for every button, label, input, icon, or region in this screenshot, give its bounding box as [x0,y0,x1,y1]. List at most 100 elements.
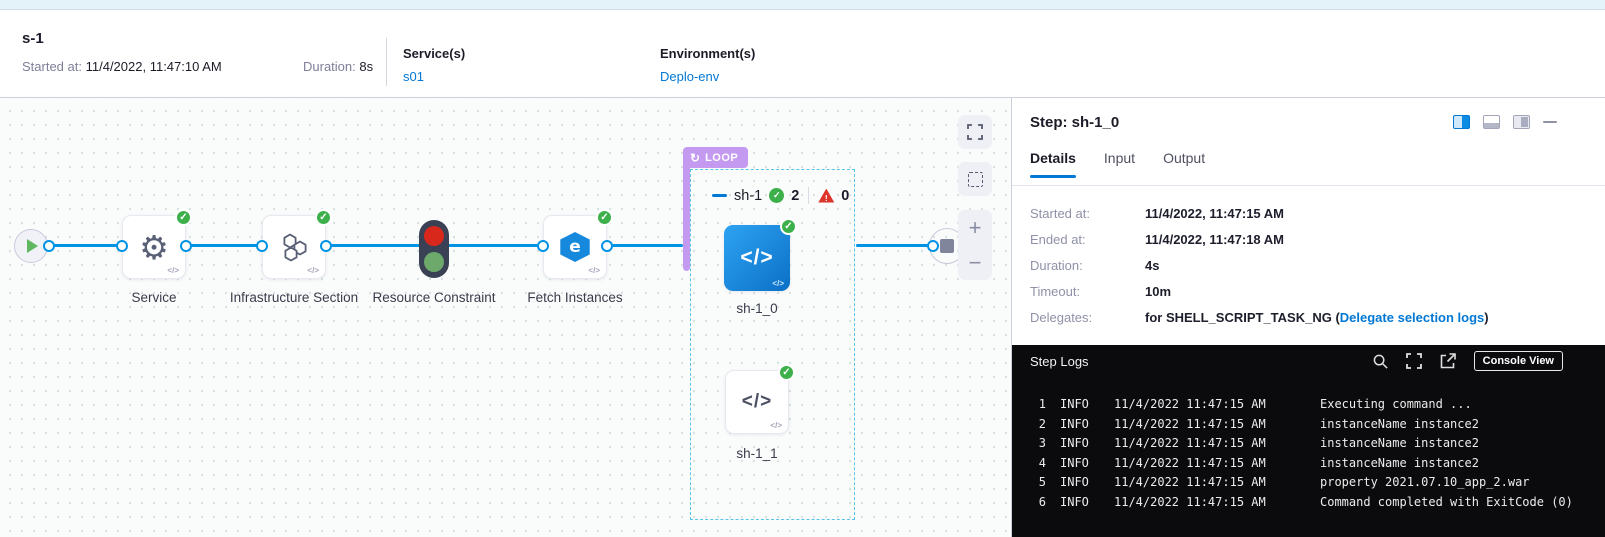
environment-link[interactable]: Deplo-env [660,69,755,84]
node-label-infrastructure: Infrastructure Section [219,288,369,307]
zoom-in-button[interactable]: + [969,217,982,239]
node-fetch-instances[interactable]: e </> ✓ [543,215,607,279]
detail-row-ended-at: Ended at: 11/4/2022, 11:47:18 AM [1030,232,1587,247]
log-message: Command completed with ExitCode (0) [1320,493,1573,513]
play-icon [27,239,38,253]
code-mini-icon: </> [770,421,782,430]
tab-input[interactable]: Input [1104,150,1135,178]
connector-dot [180,240,192,252]
log-level: INFO [1060,415,1106,435]
node-sh-1-1[interactable]: </> </> ✓ [725,370,789,434]
loop-group-bar [683,167,690,271]
gear-icon: ⚙ [139,231,169,264]
canvas-fullscreen-button[interactable] [958,115,992,149]
step-logs-title: Step Logs [1030,354,1089,369]
code-icon: </> [742,391,772,413]
started-at-label: Started at: [22,59,82,74]
log-timestamp: 11/4/2022 11:47:15 AM [1114,454,1292,474]
zoom-out-button[interactable]: − [969,252,982,274]
step-logs-body[interactable]: 1 INFO 11/4/2022 11:47:15 AM Executing c… [1012,377,1605,537]
canvas-select-button[interactable] [958,162,992,196]
service-link[interactable]: s01 [403,69,465,84]
log-line-number: 1 [1012,395,1046,415]
loop-group-header: sh-1 ✓ 2 ! 0 [712,187,849,204]
console-view-button[interactable]: Console View [1474,351,1563,371]
delegates-value: for SHELL_SCRIPT_TASK_NG (Delegate selec… [1145,310,1489,325]
duration-label: Duration: [303,59,356,74]
layout-bottom-view-icon[interactable] [1483,115,1500,129]
connector-dot [927,240,939,252]
layout-right-view-icon[interactable] [1513,115,1530,129]
hexagon-cluster-icon [277,231,311,263]
loop-badge[interactable]: ↻ LOOP [683,147,748,168]
connector-dot [601,240,613,252]
code-mini-icon: </> [167,266,179,275]
success-check-icon: ✓ [780,218,797,235]
minimize-icon[interactable] [1543,121,1557,124]
detail-value: 10m [1145,284,1171,299]
detail-row-duration: Duration: 4s [1030,258,1587,273]
traffic-light-green-icon [424,252,444,272]
node-label-service: Service [79,288,229,307]
success-count-icon: ✓ [769,188,784,203]
log-level: INFO [1060,434,1106,454]
node-service[interactable]: ⚙ </> ✓ [122,215,186,279]
loop-icon: ↻ [690,151,700,165]
log-timestamp: 11/4/2022 11:47:15 AM [1114,493,1292,513]
step-title: Step: sh-1_0 [1030,114,1119,131]
log-message: instanceName instance2 [1320,434,1479,454]
node-infrastructure[interactable]: </> ✓ [262,215,326,279]
success-check-icon: ✓ [315,209,332,226]
detail-label: Ended at: [1030,232,1145,247]
count-divider [808,187,809,204]
loop-group-name[interactable]: sh-1 [734,188,762,204]
log-line: 6 INFO 11/4/2022 11:47:15 AM Command com… [1012,493,1605,513]
step-details-panel: Step: sh-1_0 Details Input Output Starte… [1012,98,1605,537]
node-resource-constraint[interactable] [419,220,449,278]
log-level: INFO [1060,395,1106,415]
started-at-value: 11/4/2022, 11:47:10 AM [86,59,222,74]
expand-logs-icon[interactable] [1406,353,1422,369]
log-line-number: 2 [1012,415,1046,435]
detail-label: Delegates: [1030,310,1145,325]
log-level: INFO [1060,493,1106,513]
pipeline-canvas[interactable]: ⚙ </> ✓ Service </> ✓ Infrastructure Sec… [0,98,1012,537]
step-logs-header: Step Logs Console View [1012,345,1605,377]
log-line: 2 INFO 11/4/2022 11:47:15 AM instanceNam… [1012,415,1605,435]
delegate-selection-logs-link[interactable]: Delegate selection logs [1340,310,1485,325]
log-line-number: 6 [1012,493,1046,513]
detail-row-delegates: Delegates: for SHELL_SCRIPT_TASK_NG (Del… [1030,310,1587,325]
log-message: instanceName instance2 [1320,415,1479,435]
search-icon[interactable] [1373,354,1388,369]
log-line-number: 3 [1012,434,1046,454]
log-timestamp: 11/4/2022 11:47:15 AM [1114,395,1292,415]
log-line: 4 INFO 11/4/2022 11:47:15 AM instanceNam… [1012,454,1605,474]
log-message: property 2021.07.10_app_2.war [1320,473,1530,493]
node-sh-1-0[interactable]: </> </> ✓ [724,225,790,291]
node-label-sh-1-0: sh-1_0 [682,299,832,318]
warning-triangle-icon: ! [818,189,834,203]
success-count: 2 [791,188,799,204]
connector-dot [320,240,332,252]
step-details: Started at: 11/4/2022, 11:47:15 AM Ended… [1030,206,1587,336]
tab-output[interactable]: Output [1163,150,1205,178]
environments-column: Environment(s) Deplo-env [660,46,755,84]
layout-split-view-icon[interactable] [1453,115,1470,129]
success-check-icon: ✓ [596,209,613,226]
fullscreen-icon [967,124,983,140]
execution-duration: Duration: 8s [303,59,373,74]
log-message: Executing command ... [1320,395,1472,415]
services-label: Service(s) [403,46,465,61]
detail-value: 4s [1145,258,1159,273]
log-line: 1 INFO 11/4/2022 11:47:15 AM Executing c… [1012,395,1605,415]
node-label-resource-constraint: Resource Constraint [359,288,509,307]
delegates-suffix: ) [1484,310,1488,325]
warning-excl: ! [825,193,828,203]
tab-details[interactable]: Details [1030,150,1076,178]
collapse-icon[interactable] [712,194,727,197]
log-level: INFO [1060,473,1106,493]
open-in-new-icon[interactable] [1440,353,1456,369]
code-icon: </> [740,246,773,270]
elastigroup-icon-letter: e [569,237,581,257]
connector-dot [537,240,549,252]
